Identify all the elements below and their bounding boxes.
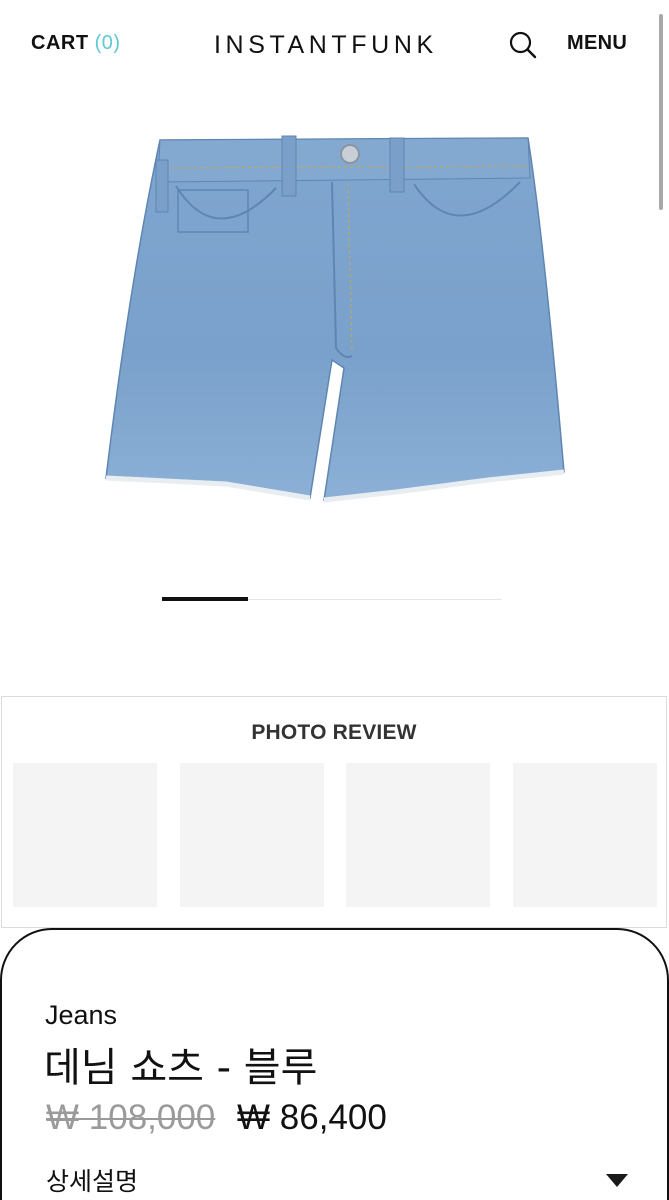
details-toggle-label[interactable]: 상세설명	[46, 1162, 138, 1198]
cart-label: CART	[31, 32, 89, 54]
product-name: 데님 쇼츠 - 블루	[44, 1045, 318, 1091]
product-info-sheet: Jeans 데님 쇼츠 - 블루 ₩ 108,000 ₩ 86,400 상세설명	[0, 928, 669, 1200]
review-thumbnail[interactable]	[513, 763, 657, 907]
brand-logo[interactable]: INSTANTFUNK	[214, 31, 438, 60]
original-price: ₩ 108,000	[46, 1098, 216, 1137]
scrollbar[interactable]	[659, 14, 663, 210]
carousel-active-bar	[162, 597, 248, 601]
top-nav: CART (0) INSTANTFUNK MENU	[0, 0, 669, 88]
search-icon[interactable]	[508, 30, 538, 60]
product-image[interactable]	[96, 120, 576, 520]
review-thumbnail[interactable]	[180, 763, 324, 907]
photo-review-title: PHOTO REVIEW	[251, 721, 417, 744]
photo-review-section: PHOTO REVIEW	[1, 696, 667, 928]
review-thumbnail[interactable]	[346, 763, 490, 907]
cart-count: (0)	[94, 32, 121, 54]
menu-button[interactable]: MENU	[567, 32, 627, 55]
triangle-down-icon[interactable]	[606, 1174, 628, 1187]
sale-price: ₩ 86,400	[237, 1098, 387, 1137]
product-category: Jeans	[45, 1000, 118, 1030]
cart-link[interactable]: CART (0)	[31, 32, 121, 55]
carousel-indicator[interactable]	[162, 597, 502, 602]
review-thumbnail[interactable]	[13, 763, 157, 907]
